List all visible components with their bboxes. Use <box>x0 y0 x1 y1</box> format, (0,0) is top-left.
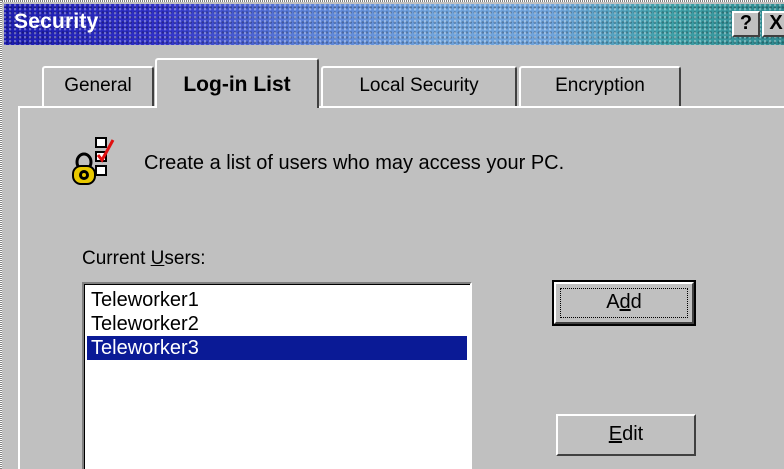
add-button[interactable]: Add <box>552 280 696 326</box>
active-tab-join <box>157 104 317 110</box>
tab-local-security[interactable]: Local Security <box>321 66 517 106</box>
help-button[interactable]: ? <box>732 11 760 37</box>
tab-general[interactable]: General <box>42 66 154 106</box>
tab-encryption[interactable]: Encryption <box>519 66 681 106</box>
capture-border-left <box>0 0 2 469</box>
tab-log-in-list[interactable]: Log-in List <box>155 58 319 108</box>
page-description: Create a list of users who may access yo… <box>144 152 565 174</box>
focus-rectangle <box>560 288 688 318</box>
list-item[interactable]: Teleworker2 <box>87 312 467 336</box>
title-bar[interactable]: Security ? X <box>4 4 784 45</box>
window-title: Security <box>14 10 99 33</box>
capture-border-top <box>0 0 784 2</box>
user-list-icon <box>72 137 115 185</box>
users-listbox[interactable]: Teleworker1 Teleworker2 Teleworker3 <box>82 282 472 469</box>
list-item-selected[interactable]: Teleworker3 <box>87 336 467 360</box>
list-item[interactable]: Teleworker1 <box>87 288 467 312</box>
security-dialog: Security ? X General Log-in List Local S… <box>0 0 784 469</box>
edit-button[interactable]: Edit <box>556 414 696 456</box>
current-users-label: Current Users: <box>82 248 206 269</box>
close-button[interactable]: X <box>762 11 784 37</box>
